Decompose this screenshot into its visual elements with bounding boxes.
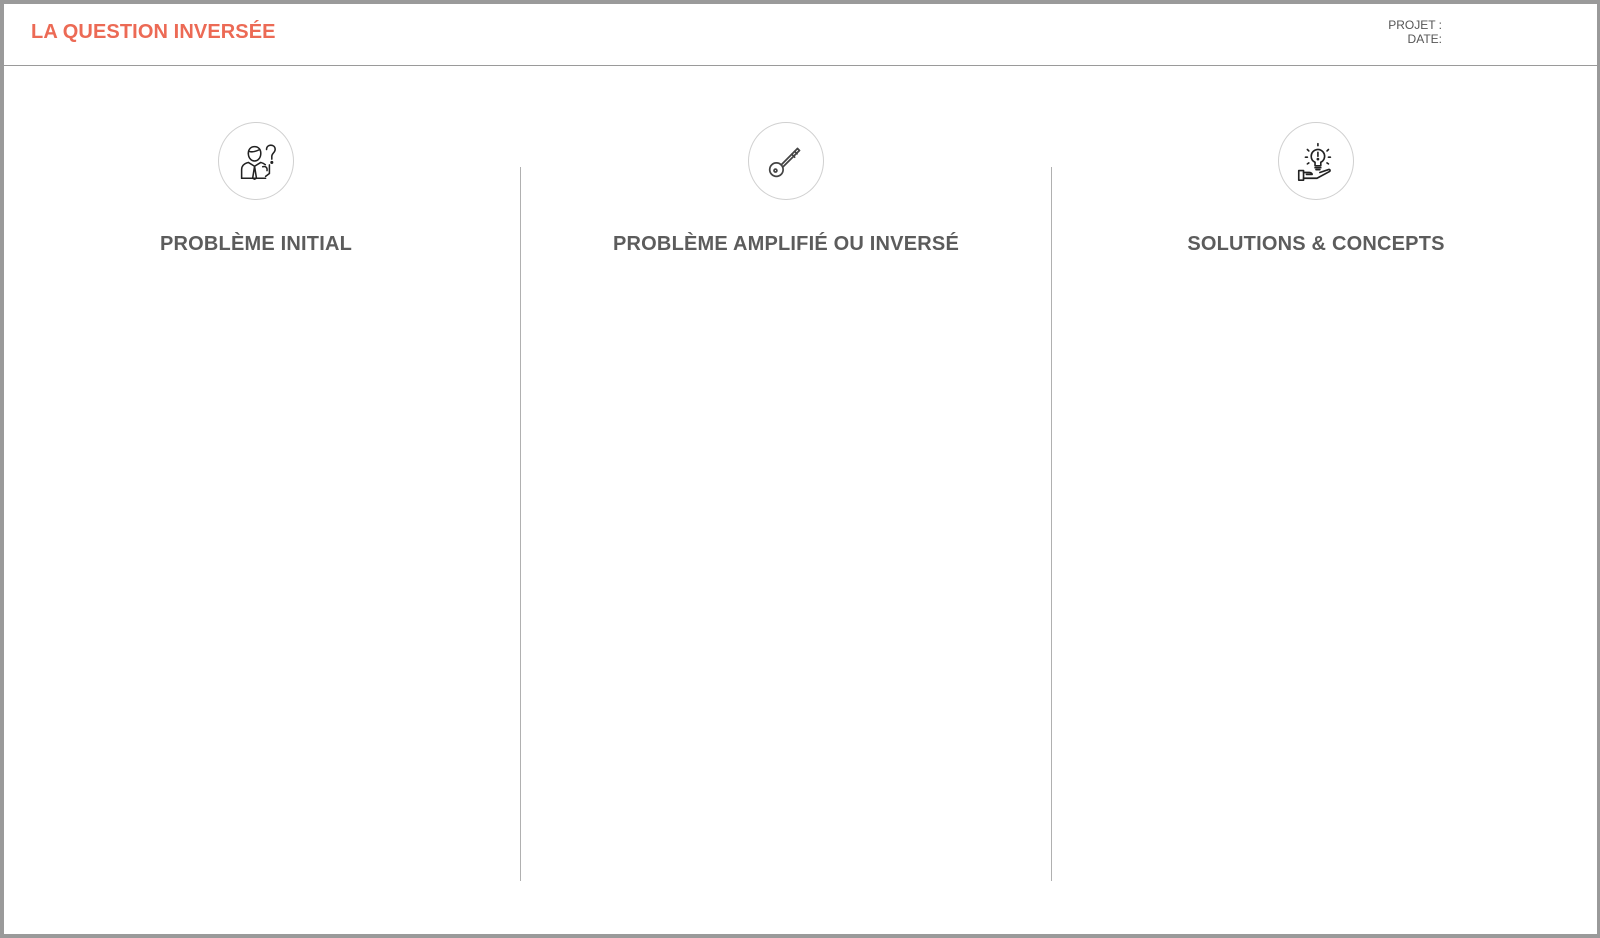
key-icon (748, 122, 824, 200)
column-amplified-problem: PROBLÈME AMPLIFIÉ OU INVERSÉ (526, 122, 1046, 256)
header: LA QUESTION INVERSÉE PROJET : DATE: (4, 4, 1597, 66)
date-label: DATE: (1407, 32, 1442, 46)
page-title: LA QUESTION INVERSÉE (31, 21, 276, 43)
person-question-icon (218, 122, 294, 200)
column-initial-problem: PROBLÈME INITIAL (0, 122, 516, 256)
column-divider-2 (1051, 167, 1052, 881)
column-solutions: SOLUTIONS & CONCEPTS (1056, 122, 1576, 256)
meta-info: PROJET : DATE: (1388, 18, 1442, 46)
lightbulb-hand-icon (1278, 122, 1354, 200)
column-title-amplified: PROBLÈME AMPLIFIÉ OU INVERSÉ (612, 233, 959, 255)
column-divider-1 (520, 167, 521, 881)
column-title-initial: PROBLÈME INITIAL (159, 233, 353, 255)
column-title-solutions: SOLUTIONS & CONCEPTS (1187, 233, 1445, 255)
project-label: PROJET : (1388, 18, 1442, 32)
canvas-frame: LA QUESTION INVERSÉE PROJET : DATE: PROB… (0, 0, 1600, 938)
